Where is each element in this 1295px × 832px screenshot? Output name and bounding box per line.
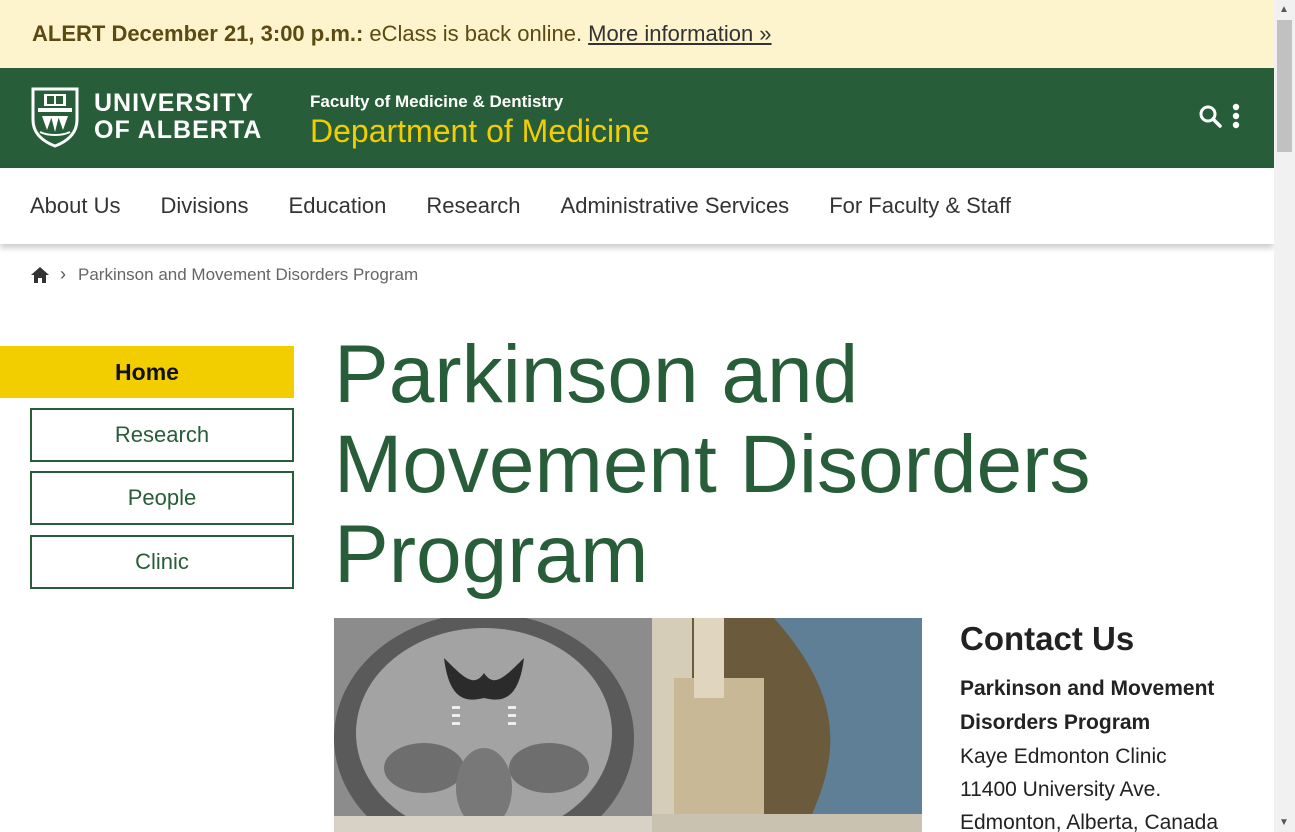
page-title: Parkinson and Movement Disorders Program <box>334 329 1091 600</box>
alert-more-info-link[interactable]: More information » <box>588 21 771 47</box>
logo-line-1: UNIVERSITY <box>94 89 255 117</box>
nav-item-education[interactable]: Education <box>289 193 387 219</box>
chevron-right-icon: › <box>60 264 66 284</box>
alert-message: eClass is back online. <box>369 21 583 46</box>
logo-line-2: OF ALBERTA <box>94 116 263 144</box>
site-header: UNIVERSITY OF ALBERTA Faculty of Medicin… <box>0 68 1274 168</box>
contact-panel: Contact Us Parkinson and Movement Disord… <box>960 620 1260 832</box>
nav-item-for-faculty-staff[interactable]: For Faculty & Staff <box>829 193 1011 219</box>
header-icons <box>1198 103 1240 129</box>
nav-item-administrative-services[interactable]: Administrative Services <box>561 193 790 219</box>
contact-address-line-1: Kaye Edmonton Clinic <box>960 745 1167 768</box>
sidebar-item-people[interactable]: People <box>30 471 294 525</box>
sidebar-item-clinic[interactable]: Clinic <box>30 535 294 589</box>
nav-item-about-us[interactable]: About Us <box>30 193 121 219</box>
scroll-down-arrow-icon[interactable]: ▼ <box>1279 817 1289 828</box>
university-logo[interactable]: UNIVERSITY OF ALBERTA <box>30 86 262 148</box>
search-icon[interactable] <box>1198 104 1222 128</box>
department-title-block: Faculty of Medicine & Dentistry Departme… <box>310 92 650 150</box>
alert-label: ALERT December 21, 3:00 p.m.: <box>32 21 364 46</box>
contact-program-name: Parkinson and Movement Disorders Program <box>960 677 1215 734</box>
nav-item-divisions[interactable]: Divisions <box>161 193 249 219</box>
sidebar-item-home[interactable]: Home <box>0 346 294 398</box>
alert-banner: ALERT December 21, 3:00 p.m.: eClass is … <box>0 0 1274 68</box>
scrollbar-thumb[interactable] <box>1277 20 1292 152</box>
main-nav: About Us Divisions Education Research Ad… <box>0 168 1274 244</box>
shield-icon <box>31 87 79 148</box>
breadcrumb: › Parkinson and Movement Disorders Progr… <box>30 264 418 285</box>
logo-text: UNIVERSITY OF ALBERTA <box>94 90 262 144</box>
program-photo <box>334 618 922 832</box>
department-name[interactable]: Department of Medicine <box>310 113 650 150</box>
nav-item-research[interactable]: Research <box>426 193 520 219</box>
contact-address-line-2: 11400 University Ave. <box>960 778 1162 801</box>
home-icon[interactable] <box>30 266 50 284</box>
sidebar-item-research[interactable]: Research <box>30 408 294 462</box>
scroll-up-arrow-icon[interactable]: ▲ <box>1279 4 1289 15</box>
contact-heading: Contact Us <box>960 620 1135 657</box>
contact-address-line-3: Edmonton, Alberta, Canada <box>960 811 1219 832</box>
vertical-dots-icon[interactable] <box>1232 103 1240 129</box>
breadcrumb-current: Parkinson and Movement Disorders Program <box>78 264 419 284</box>
vertical-scrollbar[interactable]: ▲ ▼ <box>1274 0 1295 832</box>
faculty-name: Faculty of Medicine & Dentistry <box>310 92 564 111</box>
